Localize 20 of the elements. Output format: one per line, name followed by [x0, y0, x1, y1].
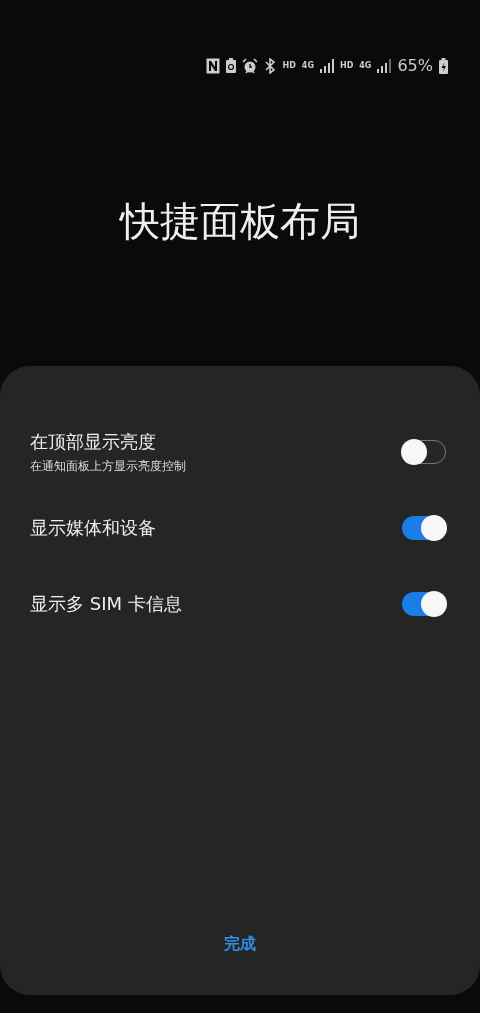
toggle-switch[interactable]	[402, 592, 446, 616]
setting-label: 在顶部显示亮度	[30, 429, 157, 454]
toggle-switch[interactable]	[402, 516, 446, 540]
hd-label: HD	[282, 61, 296, 70]
setting-description: 在通知面板上方显示亮度控制	[30, 457, 186, 475]
signal-icon	[377, 58, 392, 73]
done-button[interactable]: 完成	[208, 926, 272, 963]
setting-label: 显示多 SIM 卡信息	[30, 592, 182, 616]
hd-label: HD	[339, 61, 354, 70]
network-type-label: 4G	[359, 61, 372, 70]
alarm-icon	[242, 57, 259, 74]
network-type-label: 4G	[301, 61, 314, 70]
bluetooth-icon	[264, 57, 277, 74]
nfc-icon	[206, 57, 221, 74]
setting-label: 显示媒体和设备	[30, 516, 156, 540]
battery-charging-icon	[439, 57, 448, 74]
signal-icon	[319, 58, 334, 73]
battery-saver-icon	[226, 58, 237, 73]
page-title: 快捷面板布局	[118, 197, 361, 246]
battery-percentage: 65%	[397, 56, 433, 75]
